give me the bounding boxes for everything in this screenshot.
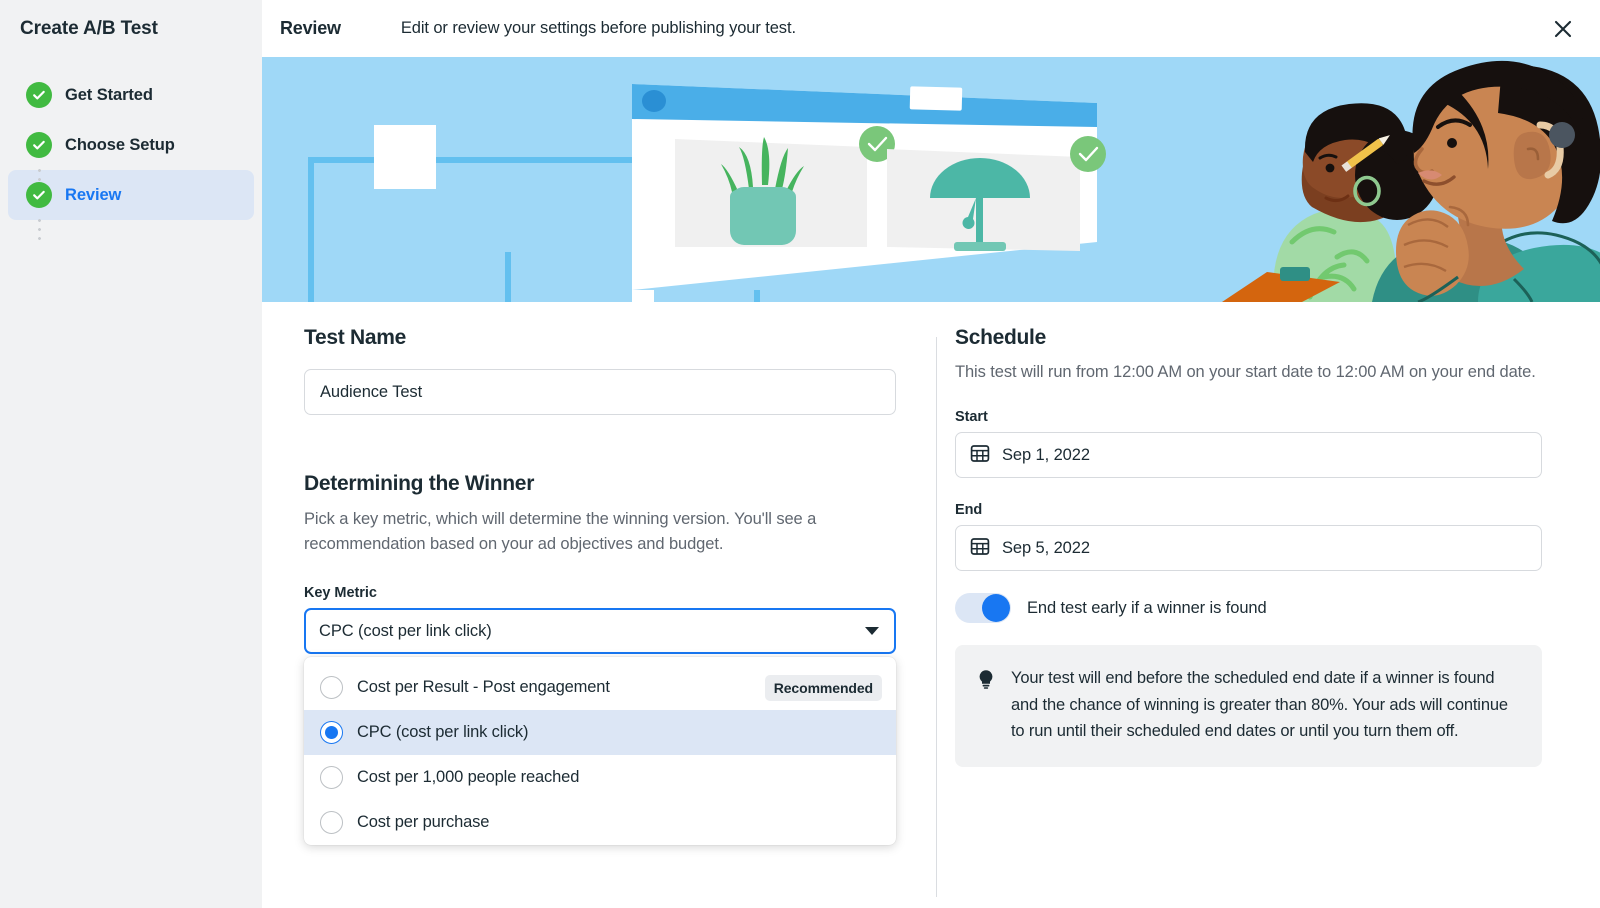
end-date-value: Sep 5, 2022	[1002, 538, 1090, 557]
check-circle-icon	[26, 82, 52, 108]
sidebar-step-choose-setup[interactable]: Choose Setup	[8, 120, 254, 170]
sidebar-step-label: Choose Setup	[65, 135, 175, 154]
key-metric-select[interactable]: CPC (cost per link click)	[304, 608, 896, 654]
sidebar-step-get-started[interactable]: Get Started	[8, 70, 254, 120]
left-column: Test Name Audience Test Determining the …	[262, 324, 936, 908]
key-metric-option[interactable]: Cost per 1,000 people reached	[304, 755, 896, 800]
key-metric-option-label: Cost per 1,000 people reached	[357, 768, 580, 786]
schedule-description: This test will run from 12:00 AM on your…	[955, 363, 1536, 381]
key-metric-option-label: Cost per purchase	[357, 813, 490, 831]
hero-illustration	[262, 57, 1600, 302]
hero-illustration-art	[262, 57, 1600, 302]
end-early-toggle-row: End test early if a winner is found	[955, 593, 1542, 623]
end-test-early-toggle[interactable]	[955, 593, 1011, 623]
test-name-value: Audience Test	[320, 382, 423, 401]
sidebar-step-review[interactable]: Review	[8, 170, 254, 220]
check-circle-icon	[26, 132, 52, 158]
radio-icon	[320, 766, 343, 789]
key-metric-dropdown: Cost per Result - Post engagement Recomm…	[304, 657, 896, 845]
key-metric-option[interactable]: Cost per purchase	[304, 800, 896, 845]
recommended-badge: Recommended	[764, 674, 882, 701]
info-tip-text: Your test will end before the scheduled …	[1011, 669, 1508, 740]
end-date-input[interactable]: Sep 5, 2022	[955, 525, 1542, 571]
toggle-knob	[982, 594, 1010, 622]
test-name-input[interactable]: Audience Test	[304, 369, 896, 415]
key-metric-selected-value: CPC (cost per link click)	[319, 621, 492, 640]
right-column: Schedule This test will run from 12:00 A…	[937, 324, 1600, 908]
end-test-early-label: End test early if a winner is found	[1027, 598, 1267, 617]
page-subtitle: Edit or review your settings before publ…	[400, 19, 796, 37]
key-metric-label: Key Metric	[304, 585, 377, 601]
dialog-title: Create A/B Test	[20, 18, 158, 39]
check-circle-icon	[26, 182, 52, 208]
sidebar-step-label: Get Started	[65, 85, 153, 104]
chevron-down-icon	[865, 627, 879, 635]
test-name-heading: Test Name	[304, 326, 406, 349]
review-content: Test Name Audience Test Determining the …	[262, 302, 1600, 908]
step-connector-2	[38, 216, 41, 242]
key-metric-option[interactable]: CPC (cost per link click)	[304, 710, 896, 755]
wizard-steps: Get Started Choose Setup Review	[0, 70, 262, 242]
wizard-sidebar: Create A/B Test Get Started Choose Setup	[0, 0, 262, 908]
page-title: Review	[280, 18, 341, 38]
main-panel: Review Edit or review your settings befo…	[262, 0, 1600, 908]
calendar-icon	[970, 536, 990, 561]
info-tip: Your test will end before the scheduled …	[955, 645, 1542, 767]
winner-description: Pick a key metric, which will determine …	[304, 510, 817, 553]
ab-test-creation-dialog: Create A/B Test Get Started Choose Setup	[0, 0, 1600, 908]
radio-icon	[320, 676, 343, 699]
sidebar-step-label: Review	[65, 185, 122, 204]
determining-winner-section: Determining the Winner Pick a key metric…	[304, 470, 896, 557]
key-metric-option[interactable]: Cost per Result - Post engagement Recomm…	[304, 665, 896, 710]
start-date-label: Start	[955, 409, 988, 425]
lightbulb-icon	[975, 668, 999, 745]
calendar-icon	[970, 443, 990, 468]
start-date-value: Sep 1, 2022	[1002, 445, 1090, 464]
start-date-input[interactable]: Sep 1, 2022	[955, 432, 1542, 478]
schedule-heading: Schedule	[955, 326, 1046, 349]
key-metric-option-label: CPC (cost per link click)	[357, 723, 529, 741]
end-date-label: End	[955, 502, 983, 518]
key-metric-option-label: Cost per Result - Post engagement	[357, 678, 610, 696]
winner-heading: Determining the Winner	[304, 472, 535, 495]
close-icon[interactable]	[1548, 14, 1578, 44]
panel-header: Review Edit or review your settings befo…	[262, 0, 1600, 57]
radio-icon	[320, 721, 343, 744]
radio-icon	[320, 811, 343, 834]
